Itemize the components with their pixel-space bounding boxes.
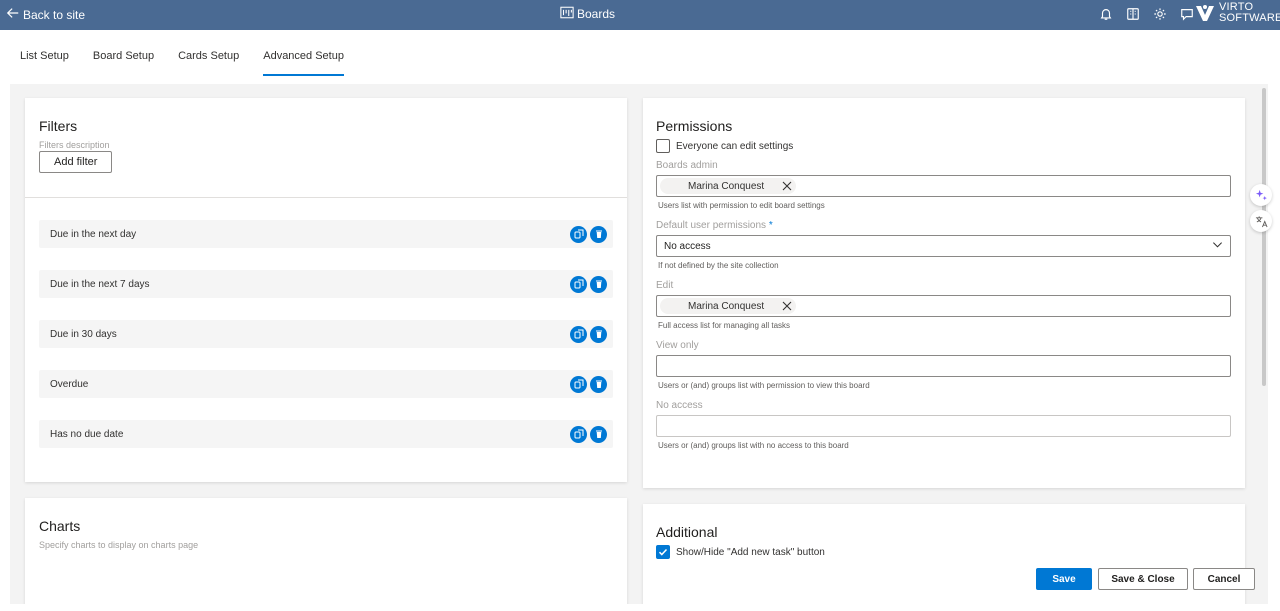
arrow-left-icon bbox=[6, 6, 20, 23]
required-mark: * bbox=[768, 220, 773, 231]
trash-icon[interactable] bbox=[590, 275, 607, 293]
copy-icon[interactable] bbox=[570, 325, 587, 343]
filter-label: Has no due date bbox=[50, 428, 124, 440]
save-button[interactable]: Save bbox=[1036, 568, 1092, 590]
boards-admin-field[interactable]: Marina Conquest bbox=[656, 175, 1231, 197]
filter-row: Due in the next day bbox=[39, 220, 613, 248]
charts-title: Charts bbox=[39, 518, 81, 534]
edit-field[interactable]: Marina Conquest bbox=[656, 295, 1231, 317]
board-icon bbox=[560, 6, 574, 22]
filters-title: Filters bbox=[39, 118, 78, 134]
scrollbar[interactable] bbox=[1262, 88, 1266, 386]
checkmark-icon bbox=[658, 548, 668, 556]
default-permissions-label: Default user permissions * bbox=[656, 220, 1232, 231]
no-access-hint: Users or (and) groups list with no acces… bbox=[658, 441, 849, 450]
footer-actions: Save Save & Close Cancel bbox=[0, 566, 1280, 594]
copy-icon[interactable] bbox=[570, 375, 587, 393]
filter-list: Due in the next day Due in the next 7 da… bbox=[25, 198, 627, 492]
logo-line2: SOFTWARE bbox=[1219, 12, 1280, 24]
permissions-card: Permissions Everyone can edit settings B… bbox=[643, 98, 1245, 488]
filter-row: Overdue bbox=[39, 370, 613, 398]
filter-label: Overdue bbox=[50, 378, 89, 390]
trash-icon[interactable] bbox=[590, 425, 607, 443]
permissions-title: Permissions bbox=[656, 118, 733, 134]
tab-cards-setup[interactable]: Cards Setup bbox=[178, 50, 239, 70]
view-only-field[interactable] bbox=[656, 355, 1231, 377]
book-icon[interactable] bbox=[1124, 5, 1142, 23]
close-icon[interactable] bbox=[782, 301, 792, 311]
show-hide-add-task-checkbox[interactable] bbox=[656, 545, 670, 559]
user-pill-name: Marina Conquest bbox=[688, 180, 765, 192]
close-icon[interactable] bbox=[782, 181, 792, 191]
virto-logo-icon bbox=[1196, 5, 1214, 21]
trash-icon[interactable] bbox=[590, 225, 607, 243]
cancel-button[interactable]: Cancel bbox=[1193, 568, 1255, 590]
boards-admin-label: Boards admin bbox=[656, 160, 718, 171]
app-title: Boards bbox=[560, 6, 615, 22]
user-pill-name: Marina Conquest bbox=[688, 300, 765, 312]
default-permissions-hint: If not defined by the site collection bbox=[658, 261, 779, 270]
save-close-button[interactable]: Save & Close bbox=[1098, 568, 1188, 590]
tab-advanced-setup[interactable]: Advanced Setup bbox=[263, 50, 344, 76]
charts-description: Specify charts to display on charts page bbox=[39, 540, 199, 550]
back-label: Back to site bbox=[23, 7, 86, 22]
filter-label: Due in the next day bbox=[50, 228, 137, 240]
gear-icon[interactable] bbox=[1151, 5, 1169, 23]
filter-label: Due in 30 days bbox=[50, 328, 117, 340]
default-permissions-value: No access bbox=[664, 240, 711, 252]
copy-icon[interactable] bbox=[570, 275, 587, 293]
tab-board-setup[interactable]: Board Setup bbox=[93, 50, 154, 70]
everyone-can-edit-checkbox[interactable] bbox=[656, 139, 670, 153]
edit-hint: Full access list for managing all tasks bbox=[658, 321, 791, 330]
user-pill: Marina Conquest bbox=[660, 178, 797, 194]
trash-icon[interactable] bbox=[590, 375, 607, 393]
show-hide-add-task-label: Show/Hide "Add new task" button bbox=[676, 546, 825, 558]
virto-logo: VIRTO SOFTWARE bbox=[1194, 2, 1280, 24]
filter-row: Due in the next 7 days bbox=[39, 270, 613, 298]
content-area: Filters Filters description Add filter D… bbox=[10, 84, 1268, 604]
setup-tabs: List Setup Board Setup Cards Setup Advan… bbox=[20, 50, 368, 76]
filter-row: Due in 30 days bbox=[39, 320, 613, 348]
filter-label: Due in the next 7 days bbox=[50, 278, 150, 290]
copy-icon[interactable] bbox=[570, 425, 587, 443]
view-only-hint: Users or (and) groups list with permissi… bbox=[658, 381, 870, 390]
add-filter-button[interactable]: Add filter bbox=[39, 151, 113, 173]
edit-label: Edit bbox=[656, 280, 674, 291]
bell-icon[interactable] bbox=[1097, 5, 1115, 23]
sparkle-icon[interactable] bbox=[1250, 184, 1272, 206]
boards-admin-hint: Users list with permission to edit board… bbox=[658, 201, 825, 210]
no-access-field[interactable] bbox=[656, 415, 1231, 437]
everyone-can-edit-label: Everyone can edit settings bbox=[676, 140, 794, 152]
back-to-site-link[interactable]: Back to site bbox=[6, 6, 85, 23]
default-permissions-dropdown[interactable]: No access bbox=[656, 235, 1231, 257]
chevron-down-icon bbox=[1212, 239, 1223, 253]
view-only-label: View only bbox=[656, 340, 699, 351]
copy-icon[interactable] bbox=[570, 225, 587, 243]
tab-list-setup[interactable]: List Setup bbox=[20, 50, 69, 70]
top-bar: Back to site Boards VIRTO SOFTWARE bbox=[0, 0, 1280, 30]
filters-card: Filters Filters description Add filter D… bbox=[25, 98, 627, 482]
filter-row: Has no due date bbox=[39, 420, 613, 448]
no-access-label: No access bbox=[656, 400, 703, 411]
additional-title: Additional bbox=[656, 524, 718, 540]
default-permissions-label-text: Default user permissions bbox=[656, 220, 767, 231]
translate-icon[interactable] bbox=[1250, 210, 1272, 232]
user-pill: Marina Conquest bbox=[660, 298, 797, 314]
app-title-text: Boards bbox=[577, 7, 616, 21]
trash-icon[interactable] bbox=[590, 325, 607, 343]
filters-description: Filters description bbox=[39, 140, 110, 150]
